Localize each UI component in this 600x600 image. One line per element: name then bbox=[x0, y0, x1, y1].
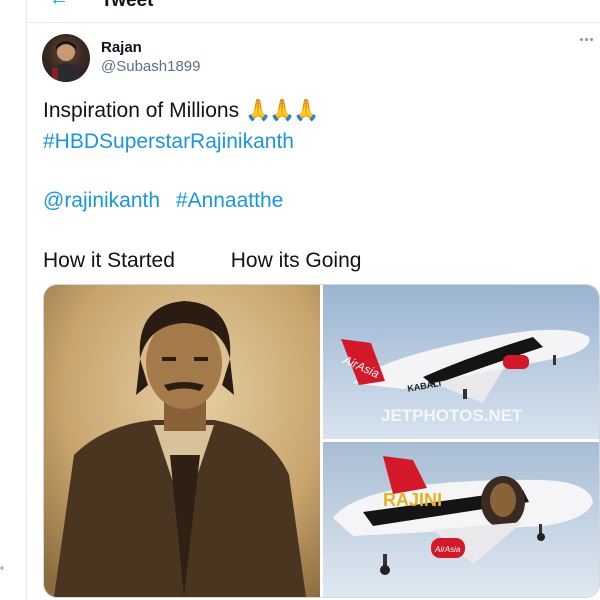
caption-how-its-going: How its Going bbox=[230, 249, 362, 272]
timeline-border bbox=[26, 0, 27, 600]
mention-link[interactable]: @rajinikanth bbox=[43, 189, 160, 212]
fuselage-text: RAJINI bbox=[383, 490, 442, 510]
media-photo-plane-top[interactable]: AirAsia KABALI JETPHOTOS.NET bbox=[323, 285, 599, 439]
bullet-mark: ° bbox=[0, 566, 4, 577]
media-photo-plane-bottom[interactable]: RAJINI AirAsia bbox=[323, 442, 599, 597]
more-options-icon[interactable] bbox=[580, 38, 598, 46]
user-handle[interactable]: @Subash1899 bbox=[101, 58, 200, 75]
caption-how-it-started: How it Started bbox=[43, 249, 175, 272]
media-photo-portrait[interactable] bbox=[44, 285, 320, 597]
hashtag-link-annaatthe[interactable]: #Annaatthe bbox=[176, 189, 283, 212]
page-header: ← Tweet bbox=[27, 0, 600, 23]
user-name[interactable]: Rajan bbox=[101, 39, 142, 56]
caption-line: How it Started How its Going bbox=[43, 249, 361, 273]
hashtag-link[interactable]: #HBDSuperstarRajinikanth bbox=[43, 130, 294, 154]
avatar[interactable] bbox=[42, 34, 90, 82]
mention-line: @rajinikanth #Annaatthe bbox=[43, 189, 293, 213]
tweet-text-line: Inspiration of Millions 🙏🙏🙏 bbox=[43, 99, 319, 123]
photo-watermark: JETPHOTOS.NET bbox=[381, 406, 523, 425]
praying-hands-emoji: 🙏🙏🙏 bbox=[244, 99, 319, 122]
back-arrow-icon[interactable]: ← bbox=[49, 0, 69, 11]
engine-logo: AirAsia bbox=[434, 545, 461, 554]
page-title: Tweet bbox=[101, 0, 154, 11]
tweet-media-grid[interactable]: AirAsia KABALI JETPHOTOS.NET RAJINI AirA… bbox=[43, 284, 600, 598]
tweet-text: Inspiration of Millions bbox=[43, 99, 240, 122]
